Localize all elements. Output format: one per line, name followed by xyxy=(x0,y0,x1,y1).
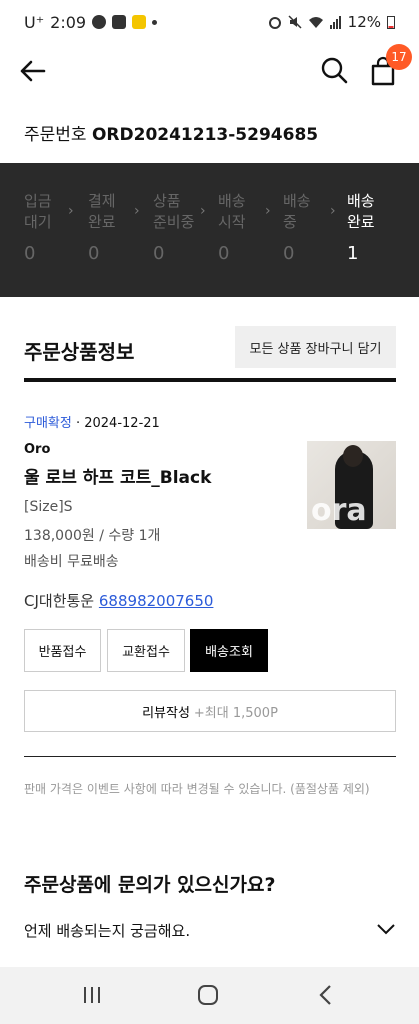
section-divider xyxy=(24,378,396,382)
item-thumbnail[interactable]: ora xyxy=(307,441,396,529)
chevron-right-icon: › xyxy=(200,203,206,219)
step-shipping-started: 배송 시작 0 xyxy=(218,191,246,264)
exchange-request-button[interactable]: 교환접수 xyxy=(107,629,185,672)
cart-count-badge: 17 xyxy=(386,44,412,70)
search-icon[interactable] xyxy=(318,54,350,86)
step-label: 중 xyxy=(283,213,297,231)
signal-icon xyxy=(329,16,341,29)
courier-info: CJ대한통운 688982007650 xyxy=(24,590,213,611)
item-name[interactable]: 울 로브 하프 코트_Black xyxy=(24,463,211,488)
step-label: 완료 xyxy=(88,213,116,231)
courier-name: CJ대한통운 xyxy=(24,592,95,610)
step-preparing: 상품 준비중 0 xyxy=(153,191,194,264)
battery-icon xyxy=(387,16,395,29)
price-notice: 판매 가격은 이벤트 사항에 따라 변경될 수 있습니다. (품절상품 제외) xyxy=(24,782,370,796)
item-shipping-fee: 배송비 무료배송 xyxy=(24,554,119,570)
delivery-status-stepper: 입금 대기 0 › 결제 완료 0 › 상품 준비중 0 › 배송 시작 0 ›… xyxy=(0,163,419,297)
step-in-transit: 배송 중 0 xyxy=(283,191,311,264)
order-items-header: 주문상품정보 모든 상품 장바구니 담기 xyxy=(24,326,396,380)
step-payment-complete: 결제 완료 0 xyxy=(88,191,116,264)
order-number: 주문번호 ORD20241213-5294685 xyxy=(24,120,318,145)
review-points: +최대 1,500P xyxy=(193,705,278,721)
order-number-label: 주문번호 xyxy=(24,125,87,145)
chevron-right-icon: › xyxy=(265,203,271,219)
add-all-to-cart-button[interactable]: 모든 상품 장바구니 담기 xyxy=(235,326,396,368)
step-label: 상품 xyxy=(153,192,181,210)
step-label: 배송 xyxy=(347,192,375,210)
item-price-quantity: 138,000원 / 수량 1개 xyxy=(24,528,161,544)
track-delivery-button[interactable]: 배송조회 xyxy=(190,629,268,672)
status-bar: U⁺ 2:09 12% xyxy=(0,0,419,44)
wifi-icon xyxy=(308,17,323,28)
alert-notification-icon xyxy=(112,15,127,29)
return-request-button[interactable]: 반품접수 xyxy=(24,629,101,672)
section-title: 주문상품정보 xyxy=(24,340,135,364)
step-delivered: 배송 완료 1 xyxy=(347,191,375,264)
step-count: 1 xyxy=(347,243,359,264)
faq-item[interactable]: 언제 배송되는지 궁금해요. xyxy=(24,918,396,944)
purchase-confirmed-badge: 구매확정 xyxy=(24,416,72,431)
item-brand[interactable]: Oro xyxy=(24,442,50,457)
order-number-value: ORD20241213-5294685 xyxy=(91,125,319,145)
thumbnail-figure-head xyxy=(343,445,363,467)
step-label: 대기 xyxy=(24,213,52,231)
step-label: 결제 xyxy=(88,192,116,210)
carrier-label: U⁺ xyxy=(24,12,45,32)
step-label: 완료 xyxy=(347,213,375,231)
step-label: 입금 xyxy=(24,192,52,210)
chevron-down-icon xyxy=(377,924,395,935)
step-count: 0 xyxy=(218,243,230,264)
faq-question: 언제 배송되는지 궁금해요. xyxy=(24,922,191,940)
step-count: 0 xyxy=(283,243,295,264)
step-label: 준비중 xyxy=(153,213,195,231)
divider xyxy=(24,756,396,757)
more-notifications-icon xyxy=(152,19,158,25)
chevron-right-icon: › xyxy=(330,203,336,219)
chevron-right-icon: › xyxy=(134,203,140,219)
step-count: 0 xyxy=(153,243,165,264)
mute-icon xyxy=(288,15,302,29)
home-icon[interactable] xyxy=(194,981,222,1009)
write-review-button[interactable]: 리뷰작성 +최대 1,500P xyxy=(24,690,396,732)
system-back-icon[interactable] xyxy=(312,981,340,1009)
clock: 2:09 xyxy=(50,12,87,32)
step-count: 0 xyxy=(88,243,100,264)
step-label: 배송 xyxy=(218,192,246,210)
thumbnail-watermark: ora xyxy=(311,493,367,528)
step-count: 0 xyxy=(24,243,36,264)
message-notification-icon xyxy=(92,15,107,29)
inquiry-title: 주문상품에 문의가 있으신가요? xyxy=(24,874,276,896)
back-arrow-icon[interactable] xyxy=(16,54,50,88)
item-status-line: 구매확정 · 2024-12-21 xyxy=(24,412,160,431)
chevron-right-icon: › xyxy=(68,203,74,219)
recent-apps-icon[interactable] xyxy=(78,981,106,1009)
app-bar: 17 xyxy=(0,44,419,96)
step-label: 시작 xyxy=(218,213,246,231)
step-deposit-waiting: 입금 대기 0 xyxy=(24,191,52,264)
system-nav-bar xyxy=(0,967,419,1024)
battery-percent: 12% xyxy=(347,13,381,31)
item-option: [Size]S xyxy=(24,499,73,515)
step-label: 배송 xyxy=(283,192,311,210)
item-date: · 2024-12-21 xyxy=(75,416,160,431)
tracking-number-link[interactable]: 688982007650 xyxy=(99,592,214,610)
alarm-icon xyxy=(268,17,281,29)
kakao-notification-icon xyxy=(132,15,147,29)
review-label: 리뷰작성 xyxy=(142,705,190,721)
